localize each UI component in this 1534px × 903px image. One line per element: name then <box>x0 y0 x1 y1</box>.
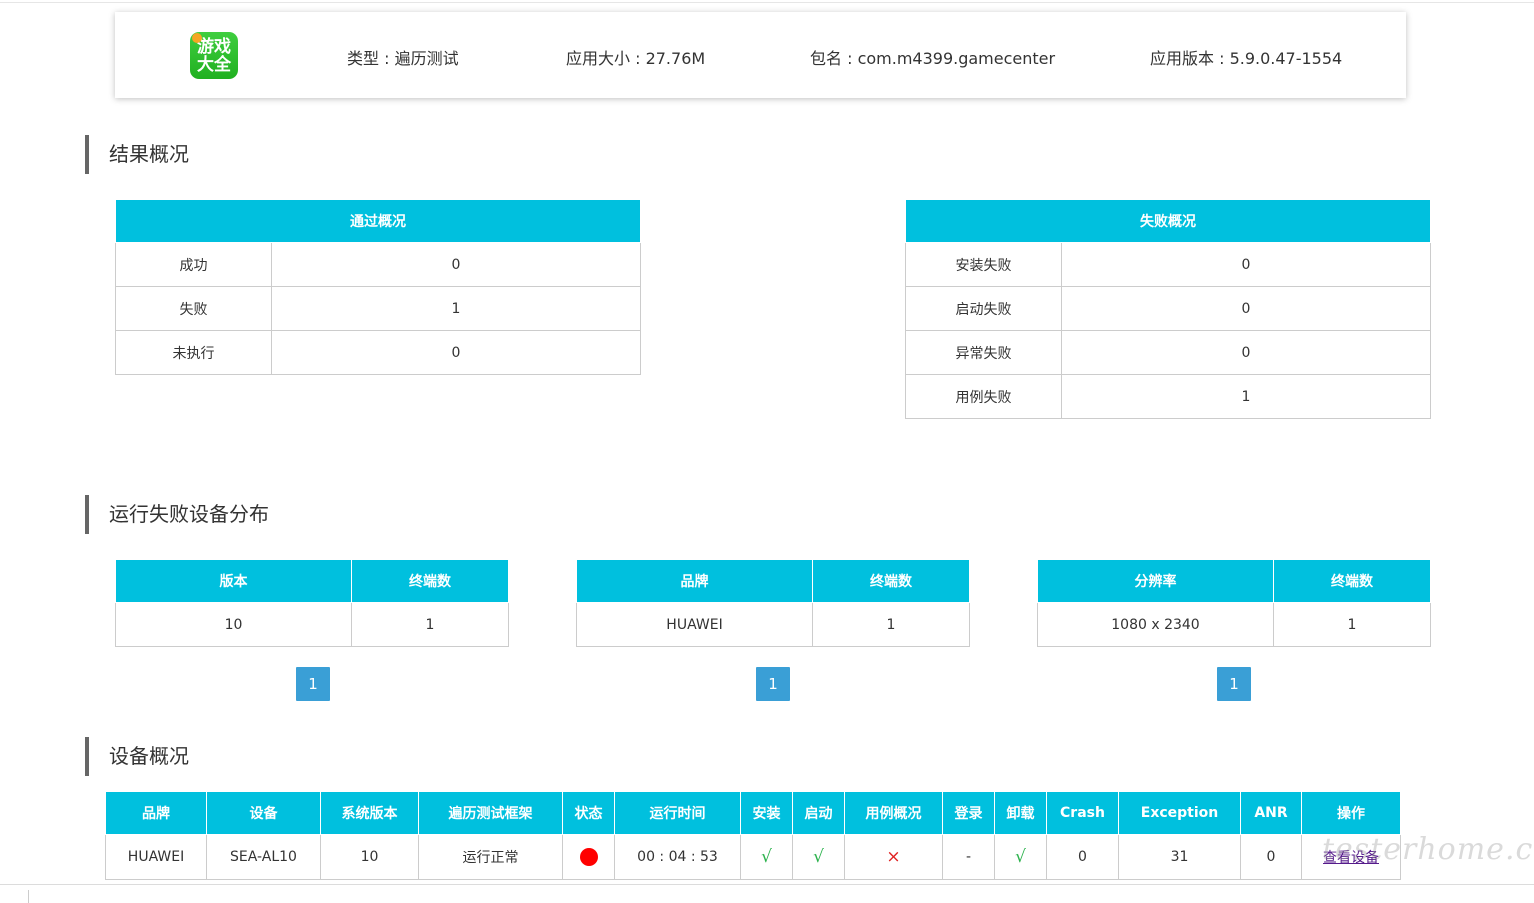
col-header: 终端数 <box>351 559 509 603</box>
col-header: 遍历测试框架 <box>418 791 563 835</box>
anr-cell: 0 <box>1240 834 1302 880</box>
pager-page-button[interactable]: 1 <box>756 667 790 701</box>
top-divider <box>0 2 1534 3</box>
cell: 1080 x 2340 <box>1037 602 1274 647</box>
launch-check-icon: √ <box>792 834 845 880</box>
crash-cell: 0 <box>1046 834 1119 880</box>
col-header: 操作 <box>1301 791 1401 835</box>
table-row: 安装失败 0 <box>905 242 1431 287</box>
col-header: 卸载 <box>994 791 1047 835</box>
cell: 1 <box>812 602 970 647</box>
row-value: 0 <box>1061 330 1431 375</box>
col-header: 分辨率 <box>1037 559 1274 603</box>
app-info-card: 游戏 大全 类型 : 遍历测试 应用大小 : 27.76M 包名 : com.m… <box>115 12 1406 98</box>
device-overview-table: 品牌 设备 系统版本 遍历测试框架 状态 运行时间 安装 启动 用例概况 登录 … <box>105 791 1401 880</box>
section-title-device-overview: 设备概况 <box>85 737 189 776</box>
row-value: 1 <box>271 286 641 331</box>
watermark: testerhome.com <box>1322 832 1534 867</box>
fail-overview-table: 失败概况 安装失败 0 启动失败 0 异常失败 0 用例失败 1 <box>905 199 1431 419</box>
exception-cell: 31 <box>1118 834 1241 880</box>
table-row: 用例失败 1 <box>905 374 1431 419</box>
row-label: 未执行 <box>115 330 272 375</box>
col-header: 安装 <box>740 791 793 835</box>
row-value: 0 <box>271 330 641 375</box>
uninstall-check-icon: √ <box>994 834 1047 880</box>
row-value: 0 <box>271 242 641 287</box>
row-value: 0 <box>1061 242 1431 287</box>
framework-cell: 运行正常 <box>418 834 563 880</box>
case-cross-icon: × <box>844 834 943 880</box>
bottom-tick <box>28 890 29 903</box>
table-row: 10 1 <box>115 602 509 647</box>
table-row: HUAWEI SEA-AL10 10 运行正常 00 : 04 : 53 √ √… <box>105 834 1401 880</box>
col-header: 启动 <box>792 791 845 835</box>
brand-cell: HUAWEI <box>105 834 207 880</box>
section-title-result: 结果概况 <box>85 135 189 174</box>
col-header: 登录 <box>942 791 995 835</box>
device-cell: SEA-AL10 <box>206 834 321 880</box>
cell: 1 <box>351 602 509 647</box>
table-row: 启动失败 0 <box>905 286 1431 331</box>
row-value: 1 <box>1061 374 1431 419</box>
status-indicator-icon <box>579 848 598 866</box>
login-cell: - <box>942 834 995 880</box>
col-header: 版本 <box>115 559 352 603</box>
col-header: 系统版本 <box>320 791 419 835</box>
col-header: 终端数 <box>812 559 970 603</box>
app-size: 应用大小 : 27.76M <box>566 49 706 68</box>
cell: 1 <box>1273 602 1431 647</box>
col-header: 品牌 <box>576 559 813 603</box>
cell: 10 <box>115 602 352 647</box>
table-row: 未执行 0 <box>115 330 641 375</box>
row-label: 安装失败 <box>905 242 1062 287</box>
col-header: 用例概况 <box>844 791 943 835</box>
row-label: 成功 <box>115 242 272 287</box>
pass-overview-table: 通过概况 成功 0 失败 1 未执行 0 <box>115 199 641 375</box>
runtime-cell: 00 : 04 : 53 <box>614 834 741 880</box>
dist-version-table: 版本 终端数 10 1 <box>115 559 509 647</box>
fail-table-header: 失败概况 <box>905 199 1431 243</box>
app-type: 类型 : 遍历测试 <box>347 49 459 68</box>
row-label: 用例失败 <box>905 374 1062 419</box>
dist-brand-table: 品牌 终端数 HUAWEI 1 <box>576 559 970 647</box>
bottom-divider <box>0 884 1534 885</box>
row-label: 异常失败 <box>905 330 1062 375</box>
dist-resolution-table: 分辨率 终端数 1080 x 2340 1 <box>1037 559 1431 647</box>
section-title-failure-distribution: 运行失败设备分布 <box>85 495 269 534</box>
row-label: 失败 <box>115 286 272 331</box>
table-row: 1080 x 2340 1 <box>1037 602 1431 647</box>
col-header: 品牌 <box>105 791 207 835</box>
col-header: 状态 <box>562 791 615 835</box>
app-package: 包名 : com.m4399.gamecenter <box>810 49 1056 68</box>
pass-table-header: 通过概况 <box>115 199 641 243</box>
os-version-cell: 10 <box>320 834 419 880</box>
pager-page-button[interactable]: 1 <box>1217 667 1251 701</box>
row-value: 0 <box>1061 286 1431 331</box>
table-row: 成功 0 <box>115 242 641 287</box>
col-header: 终端数 <box>1273 559 1431 603</box>
row-label: 启动失败 <box>905 286 1062 331</box>
app-logo-icon: 游戏 大全 <box>190 32 238 79</box>
col-header: 运行时间 <box>614 791 741 835</box>
col-header: Exception <box>1118 791 1241 835</box>
pager-page-button[interactable]: 1 <box>296 667 330 701</box>
table-row: 异常失败 0 <box>905 330 1431 375</box>
cell: HUAWEI <box>576 602 813 647</box>
status-cell <box>562 834 615 880</box>
app-version: 应用版本 : 5.9.0.47-1554 <box>1150 49 1343 68</box>
install-check-icon: √ <box>740 834 793 880</box>
table-row: HUAWEI 1 <box>576 602 970 647</box>
col-header: 设备 <box>206 791 321 835</box>
col-header: ANR <box>1240 791 1302 835</box>
table-row: 失败 1 <box>115 286 641 331</box>
col-header: Crash <box>1046 791 1119 835</box>
